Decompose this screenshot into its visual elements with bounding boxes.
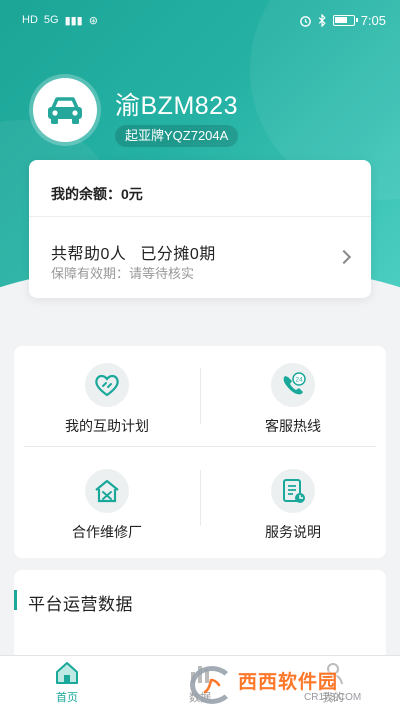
- service-mutual-plan[interactable]: 我的互助计划: [14, 346, 200, 452]
- document-icon: [271, 469, 315, 513]
- hotspot-icon: ⊛: [88, 14, 98, 27]
- help-summary: 共帮助0人 已分摊0期: [51, 240, 216, 264]
- alarm-icon: [299, 15, 311, 27]
- vehicle-avatar[interactable]: [33, 78, 97, 142]
- section-accent-bar: [14, 590, 17, 610]
- repair-shop-icon: [85, 469, 129, 513]
- bottom-nav: 首页 数据 我的: [0, 655, 400, 711]
- shared-periods: 已分摊0期: [140, 246, 216, 263]
- balance-text: 我的余额：0元: [51, 184, 143, 204]
- hd-icon: HD: [22, 14, 38, 26]
- svg-text:24: 24: [295, 377, 303, 384]
- service-description[interactable]: 服务说明: [200, 452, 386, 558]
- signal-icon: ▮▮▮: [64, 14, 83, 27]
- car-model-badge: 起亚牌YQZ7204A: [115, 125, 239, 147]
- status-time: 7:05: [360, 12, 386, 28]
- nav-label: 我的: [322, 692, 344, 704]
- profile-icon: [320, 660, 346, 686]
- battery-icon: [332, 14, 358, 26]
- nav-label: 首页: [56, 692, 78, 704]
- service-label: 合作维修厂: [72, 524, 142, 540]
- balance-value: 0元: [121, 186, 143, 202]
- nav-profile[interactable]: 我的: [293, 656, 373, 711]
- services-grid: 我的互助计划 24 客服热线 合作维修厂 服务说明: [14, 346, 386, 558]
- heart-link-icon: [85, 363, 129, 407]
- balance-label: 我的余额：: [51, 186, 121, 202]
- chevron-right-icon[interactable]: [336, 249, 352, 265]
- nav-label: 数据: [189, 692, 211, 704]
- status-bar: HD 5G ▮▮▮ ⊛ 7:05: [0, 0, 400, 40]
- bluetooth-icon: [318, 13, 326, 27]
- service-repair-shops[interactable]: 合作维修厂: [14, 452, 200, 558]
- nav-data[interactable]: 数据: [160, 656, 240, 711]
- service-label: 我的互助计划: [65, 418, 149, 434]
- home-icon: [54, 660, 80, 686]
- platform-title: 平台运营数据: [28, 595, 133, 614]
- balance-card[interactable]: 我的余额：0元 共帮助0人 已分摊0期 保障有效期：请等待核实: [29, 160, 371, 298]
- license-plate: 渝BZM823: [115, 92, 238, 120]
- service-label: 服务说明: [265, 524, 321, 540]
- car-icon: [48, 97, 82, 124]
- divider: [29, 216, 371, 217]
- data-icon: [187, 660, 213, 686]
- network-icon: 5G: [43, 14, 59, 26]
- nav-home[interactable]: 首页: [27, 656, 107, 711]
- helped-count: 共帮助0人: [51, 246, 127, 263]
- phone-24-icon: 24: [271, 363, 315, 407]
- service-label: 客服热线: [265, 418, 321, 434]
- validity-text: 保障有效期：请等待核实: [51, 266, 195, 281]
- service-hotline[interactable]: 24 客服热线: [200, 346, 386, 452]
